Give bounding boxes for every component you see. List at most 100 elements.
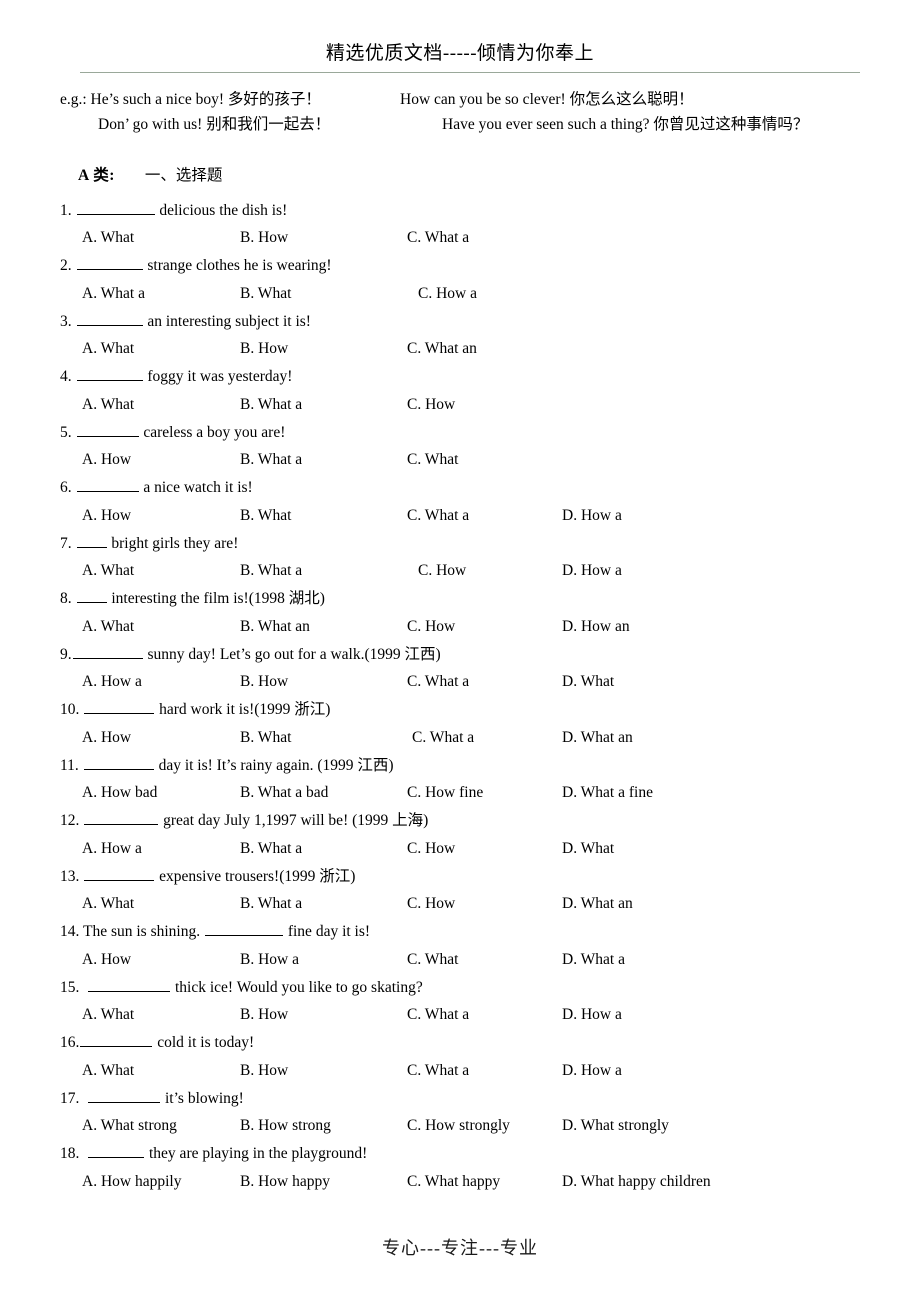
option-b[interactable]: B. How happy xyxy=(240,1168,330,1196)
question-options: A. What B. What a C. How xyxy=(60,391,860,419)
example-right-text: Have you ever seen such a thing? 你曾见过这种事… xyxy=(442,115,809,133)
option-d[interactable]: D. What strongly xyxy=(562,1112,669,1140)
option-d[interactable]: D. How a xyxy=(562,1001,622,1029)
option-a[interactable]: A. What xyxy=(82,557,134,585)
option-a[interactable]: A. How xyxy=(82,946,131,974)
question-stem-prefix: The sun is shining. xyxy=(79,923,204,941)
answer-blank[interactable] xyxy=(72,643,143,659)
answer-blank[interactable] xyxy=(76,255,143,271)
option-b[interactable]: B. How xyxy=(240,224,288,252)
option-c[interactable]: C. How xyxy=(418,557,466,585)
option-c[interactable]: C. How xyxy=(407,835,455,863)
question-options: A. What B. What an C. How D. How an xyxy=(60,613,860,641)
option-c[interactable]: C. How fine xyxy=(407,779,483,807)
option-b[interactable]: B. What xyxy=(240,280,291,308)
answer-blank[interactable] xyxy=(76,421,139,437)
option-c[interactable]: C. How xyxy=(407,391,455,419)
answer-blank[interactable] xyxy=(80,1032,153,1048)
option-a[interactable]: A. How a xyxy=(82,835,142,863)
question-stem-prefix xyxy=(79,979,87,996)
option-c[interactable]: C. What a xyxy=(407,502,469,530)
option-d[interactable]: D. What an xyxy=(562,724,633,752)
answer-blank[interactable] xyxy=(76,477,139,493)
option-b[interactable]: B. How xyxy=(240,1001,288,1029)
option-c[interactable]: C. What a xyxy=(407,668,469,696)
option-a[interactable]: A. How xyxy=(82,502,131,530)
question-stem: 15. thick ice! Would you like to go skat… xyxy=(60,974,860,1002)
option-a[interactable]: A. What xyxy=(82,1057,134,1085)
answer-blank[interactable] xyxy=(84,865,155,881)
option-d[interactable]: D. What xyxy=(562,668,614,696)
option-d[interactable]: D. How an xyxy=(562,613,630,641)
question-stem: 17. it’s blowing! xyxy=(60,1085,860,1113)
answer-blank[interactable] xyxy=(204,921,283,937)
answer-blank[interactable] xyxy=(76,588,107,604)
option-b[interactable]: B. How strong xyxy=(240,1112,331,1140)
option-a[interactable]: A. How happily xyxy=(82,1168,181,1196)
option-c[interactable]: C. How xyxy=(407,890,455,918)
question-number: 7. xyxy=(60,534,72,552)
option-c[interactable]: C. What a xyxy=(412,724,474,752)
option-d[interactable]: D. What an xyxy=(562,890,633,918)
question-options: A. What a B. What C. How a xyxy=(60,280,860,308)
option-a[interactable]: A. What xyxy=(82,335,134,363)
answer-blank[interactable] xyxy=(88,1087,161,1103)
answer-blank[interactable] xyxy=(83,754,154,770)
answer-blank[interactable] xyxy=(88,976,171,992)
option-c[interactable]: C. What a xyxy=(407,224,469,252)
option-a[interactable]: A. How xyxy=(82,446,131,474)
option-a[interactable]: A. What xyxy=(82,224,134,252)
option-b[interactable]: B. What xyxy=(240,502,291,530)
option-b[interactable]: B. What a xyxy=(240,391,302,419)
option-d[interactable]: D. What xyxy=(562,835,614,863)
option-d[interactable]: D. How a xyxy=(562,1057,622,1085)
option-c[interactable]: C. How strongly xyxy=(407,1112,510,1140)
option-b[interactable]: B. What a xyxy=(240,446,302,474)
answer-blank[interactable] xyxy=(84,810,159,826)
option-b[interactable]: B. What a xyxy=(240,835,302,863)
option-a[interactable]: A. How bad xyxy=(82,779,157,807)
option-b[interactable]: B. What an xyxy=(240,613,310,641)
answer-blank[interactable] xyxy=(76,199,155,215)
option-a[interactable]: A. How a xyxy=(82,668,142,696)
option-a[interactable]: A. What strong xyxy=(82,1112,177,1140)
option-b[interactable]: B. How a xyxy=(240,946,299,974)
option-a[interactable]: A. What a xyxy=(82,280,145,308)
section-subtitle: 一、选择题 xyxy=(144,166,223,184)
option-c[interactable]: C. What happy xyxy=(407,1168,500,1196)
option-c[interactable]: C. How xyxy=(407,613,455,641)
option-c[interactable]: C. What a xyxy=(407,1001,469,1029)
option-b[interactable]: B. What a xyxy=(240,557,302,585)
option-b[interactable]: B. How xyxy=(240,1057,288,1085)
option-b[interactable]: B. What a xyxy=(240,890,302,918)
option-d[interactable]: D. What happy children xyxy=(562,1168,711,1196)
option-d[interactable]: D. What a fine xyxy=(562,779,653,807)
question-list: 1. delicious the dish is! A. What B. How C.… xyxy=(60,197,860,1196)
question-item: 7. bright girls they are! A. What B. What … xyxy=(60,530,860,586)
answer-blank[interactable] xyxy=(84,699,155,715)
option-d[interactable]: D. How a xyxy=(562,557,622,585)
option-d[interactable]: D. What a xyxy=(562,946,625,974)
option-a[interactable]: A. What xyxy=(82,1001,134,1029)
option-c[interactable]: C. What xyxy=(407,446,458,474)
option-b[interactable]: B. What xyxy=(240,724,291,752)
option-c[interactable]: C. What a xyxy=(407,1057,469,1085)
answer-blank[interactable] xyxy=(76,310,143,326)
option-c[interactable]: C. What xyxy=(407,946,458,974)
option-d[interactable]: D. How a xyxy=(562,502,622,530)
answer-blank[interactable] xyxy=(76,366,143,382)
question-number: 10. xyxy=(60,701,80,719)
option-c[interactable]: C. How a xyxy=(418,280,477,308)
option-c[interactable]: C. What an xyxy=(407,335,477,363)
option-a[interactable]: A. What xyxy=(82,391,134,419)
option-a[interactable]: A. What xyxy=(82,613,134,641)
option-a[interactable]: A. How xyxy=(82,724,131,752)
option-a[interactable]: A. What xyxy=(82,890,134,918)
option-b[interactable]: B. How xyxy=(240,668,288,696)
answer-blank[interactable] xyxy=(88,1143,145,1159)
option-b[interactable]: B. How xyxy=(240,335,288,363)
option-b[interactable]: B. What a bad xyxy=(240,779,328,807)
question-item: 11. day it is! It’s rainy again. (1999 江… xyxy=(60,752,860,808)
header-watermark: 精选优质文档-----倾情为你奉上 xyxy=(60,0,860,65)
answer-blank[interactable] xyxy=(76,532,107,548)
